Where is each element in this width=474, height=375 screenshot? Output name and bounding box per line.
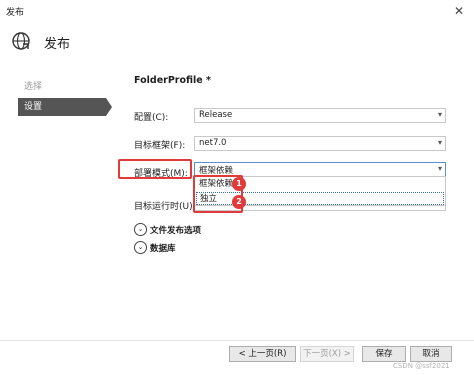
watermark: CSDN @ssf2021 [393, 362, 450, 370]
profile-name: FolderProfile * [134, 75, 212, 86]
target-framework-select[interactable]: net7.0 ▾ [194, 136, 446, 151]
expander-label: 文件发布选项 [150, 226, 202, 236]
target-runtime-label: 目标运行时(U): [134, 202, 196, 212]
configuration-value: Release [199, 110, 233, 120]
annotation-highlight-label [118, 159, 192, 179]
expand-chevron-icon: ⌄ [134, 223, 147, 236]
expand-chevron-icon: ⌄ [134, 241, 147, 254]
page-title: 发布 [44, 37, 71, 52]
save-button[interactable]: 保存 [362, 346, 406, 362]
previous-button[interactable]: < 上一页(R) [229, 346, 296, 362]
next-button[interactable]: 下一页(X) > [300, 346, 354, 362]
step-select[interactable]: 选择 [18, 78, 106, 96]
target-framework-label: 目标框架(F): [134, 141, 186, 151]
configuration-label: 配置(C): [134, 113, 169, 123]
chevron-down-icon: ▾ [437, 164, 442, 173]
window-title: 发布 [6, 8, 25, 18]
chevron-down-icon: ▾ [437, 138, 442, 147]
globe-publish-icon [12, 32, 30, 50]
close-icon[interactable]: ✕ [450, 2, 468, 20]
cancel-button[interactable]: 取消 [410, 346, 452, 362]
title-bar: 发布 ✕ [0, 0, 474, 22]
annotation-badge-1: 1 [232, 177, 246, 191]
step-settings[interactable]: 设置 [18, 98, 106, 116]
chevron-down-icon: ▾ [437, 110, 442, 119]
target-framework-value: net7.0 [199, 138, 227, 148]
configuration-select[interactable]: Release ▾ [194, 108, 446, 123]
annotation-badge-2: 2 [232, 195, 246, 209]
step-active-pointer [106, 98, 112, 116]
expander-label: 数据库 [150, 244, 176, 254]
